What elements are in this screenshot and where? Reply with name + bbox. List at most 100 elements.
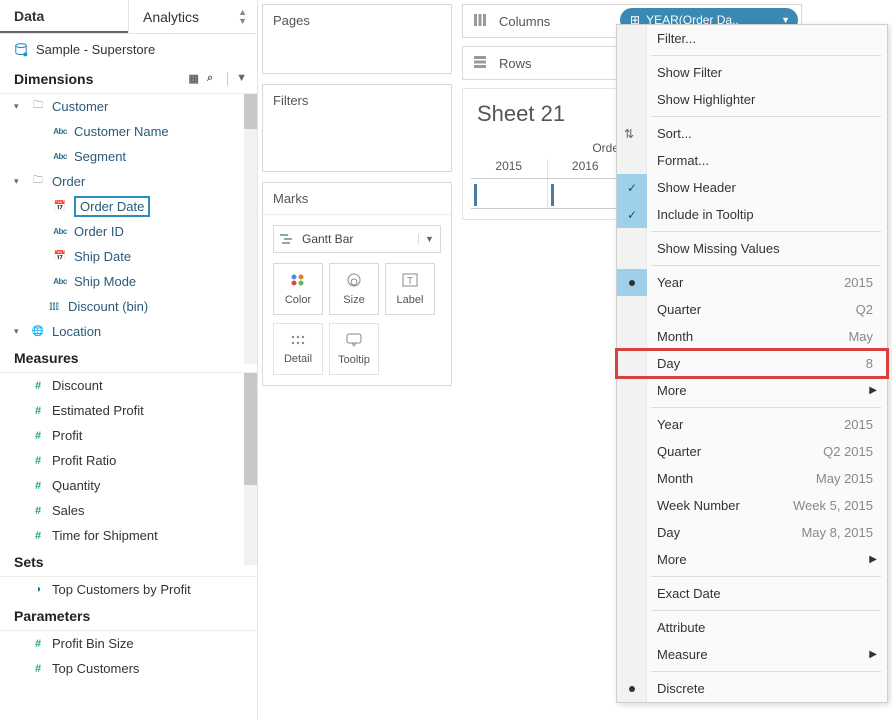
radio-icon xyxy=(617,675,647,702)
ctx-include-tooltip[interactable]: ✓Include in Tooltip xyxy=(617,201,887,228)
ctx-month2[interactable]: MonthMay 2015 xyxy=(617,465,887,492)
ctx-filter[interactable]: Filter... xyxy=(617,25,887,52)
dim-customer-name[interactable]: AbcCustomer Name xyxy=(0,119,257,144)
ctx-show-header[interactable]: ✓Show Header xyxy=(617,174,887,201)
hash-icon: # xyxy=(30,505,46,517)
ctx-month[interactable]: MonthMay xyxy=(617,323,887,350)
ctx-week2[interactable]: Week NumberWeek 5, 2015 xyxy=(617,492,887,519)
dim-discount-bin[interactable]: ⫾⫾⫾Discount (bin) xyxy=(0,294,257,319)
cards-column: Pages Filters Marks Gantt Bar ▼ Color Si… xyxy=(262,4,452,396)
measure-quantity[interactable]: #Quantity xyxy=(0,473,257,498)
ctx-show-missing[interactable]: Show Missing Values xyxy=(617,235,887,262)
param-profit-bin-size[interactable]: #Profit Bin Size xyxy=(0,631,257,656)
dim-segment[interactable]: AbcSegment xyxy=(0,144,257,169)
dim-order-id[interactable]: AbcOrder ID xyxy=(0,219,257,244)
venn-icon: ◑ xyxy=(30,584,46,595)
hash-icon: # xyxy=(30,430,46,442)
measure-profit[interactable]: #Profit xyxy=(0,423,257,448)
menu-caret-icon[interactable]: ▼ xyxy=(236,72,247,86)
marks-tooltip[interactable]: Tooltip xyxy=(329,323,379,375)
globe-icon: 🌐 xyxy=(30,326,46,337)
check-icon: ✓ xyxy=(617,174,647,201)
pill-context-menu: Filter... Show Filter Show Highlighter ⇅… xyxy=(616,24,888,703)
marks-grid-row1: Color Size TLabel xyxy=(263,263,451,323)
ctx-discrete[interactable]: Discrete xyxy=(617,675,887,702)
marks-label[interactable]: TLabel xyxy=(385,263,435,315)
ctx-day2[interactable]: DayMay 8, 2015 xyxy=(617,519,887,546)
measure-estimated-profit[interactable]: #Estimated Profit xyxy=(0,398,257,423)
chevron-right-icon: ▶ xyxy=(869,385,877,396)
ctx-day[interactable]: Day8 xyxy=(617,350,887,377)
dim-order-date[interactable]: 📅Order Date xyxy=(0,194,257,219)
dim-scrollbar-thumb[interactable] xyxy=(244,94,257,129)
datasource-row[interactable]: Sample - Superstore xyxy=(0,34,257,65)
section-dimensions: Dimensions ▦ ⌕ ▼ xyxy=(0,65,257,94)
ctx-show-filter[interactable]: Show Filter xyxy=(617,59,887,86)
detail-icon xyxy=(290,334,306,349)
year-2016[interactable]: 2016 xyxy=(548,159,624,178)
ctx-attribute[interactable]: Attribute xyxy=(617,614,887,641)
svg-text:T: T xyxy=(407,276,413,287)
ctx-quarter[interactable]: QuarterQ2 xyxy=(617,296,887,323)
mark-type-dropdown[interactable]: Gantt Bar ▼ xyxy=(273,225,441,253)
marks-detail[interactable]: Detail xyxy=(273,323,323,375)
gantt-mark[interactable] xyxy=(474,184,477,206)
color-icon xyxy=(290,273,306,290)
dim-ship-mode[interactable]: AbcShip Mode xyxy=(0,269,257,294)
ctx-exact-date[interactable]: Exact Date xyxy=(617,580,887,607)
filters-card[interactable]: Filters xyxy=(262,84,452,172)
year-header-row: 2015 2016 xyxy=(471,159,623,179)
ctx-measure[interactable]: Measure▶ xyxy=(617,641,887,668)
dim-location-folder[interactable]: ▾🌐Location xyxy=(0,319,257,344)
sidebar-tabs: Data Analytics ▲▼ xyxy=(0,0,257,34)
view-grid-icon[interactable]: ▦ xyxy=(189,72,199,86)
dimensions-tree: ▾🗀Customer AbcCustomer Name AbcSegment ▾… xyxy=(0,94,257,344)
marks-color[interactable]: Color xyxy=(273,263,323,315)
measure-sales[interactable]: #Sales xyxy=(0,498,257,523)
meas-scrollbar-track[interactable] xyxy=(244,373,257,565)
hash-icon: # xyxy=(30,405,46,417)
chevron-right-icon: ▶ xyxy=(869,554,877,565)
measure-time-for-shipment[interactable]: #Time for Shipment xyxy=(0,523,257,548)
set-top-customers[interactable]: ◑Top Customers by Profit xyxy=(0,577,257,602)
ctx-quarter2[interactable]: QuarterQ2 2015 xyxy=(617,438,887,465)
section-measures: Measures xyxy=(0,344,257,373)
marks-card: Marks Gantt Bar ▼ Color Size TLabel Deta… xyxy=(262,182,452,386)
sheet-title[interactable]: Sheet 21 xyxy=(471,101,623,141)
measure-discount[interactable]: #Discount xyxy=(0,373,257,398)
ctx-more[interactable]: More▶ xyxy=(617,377,887,404)
marks-title: Marks xyxy=(263,183,451,215)
check-icon: ✓ xyxy=(617,201,647,228)
bar-2015 xyxy=(471,179,548,208)
rows-icon xyxy=(473,55,489,72)
tab-data[interactable]: Data xyxy=(0,0,128,33)
dim-scrollbar-track[interactable] xyxy=(244,94,257,364)
dim-order-folder[interactable]: ▾🗀Order xyxy=(0,169,257,194)
marks-size[interactable]: Size xyxy=(329,263,379,315)
search-icon[interactable]: ⌕ xyxy=(207,72,213,86)
hash-icon: # xyxy=(30,638,46,650)
ctx-more2[interactable]: More▶ xyxy=(617,546,887,573)
chevron-down-icon: ▾ xyxy=(14,176,24,187)
ctx-format[interactable]: Format... xyxy=(617,147,887,174)
meas-scrollbar-thumb[interactable] xyxy=(244,373,257,485)
pages-card[interactable]: Pages xyxy=(262,4,452,74)
chevron-right-icon: ▶ xyxy=(869,649,877,660)
year-2015[interactable]: 2015 xyxy=(471,159,548,178)
folder-icon: 🗀 xyxy=(30,173,46,190)
column-header: Orde xyxy=(471,141,623,155)
dim-customer-folder[interactable]: ▾🗀Customer xyxy=(0,94,257,119)
left-sidebar: Data Analytics ▲▼ Sample - Superstore Di… xyxy=(0,0,258,720)
ctx-year[interactable]: Year2015 xyxy=(617,269,887,296)
sort-icon: ⇅ xyxy=(624,127,640,141)
gantt-mark[interactable] xyxy=(551,184,554,206)
ctx-year2[interactable]: Year2015 xyxy=(617,411,887,438)
measure-profit-ratio[interactable]: #Profit Ratio xyxy=(0,448,257,473)
param-top-customers[interactable]: #Top Customers xyxy=(0,656,257,681)
rows-label: Rows xyxy=(499,56,532,71)
ctx-show-highlighter[interactable]: Show Highlighter xyxy=(617,86,887,113)
dim-ship-date[interactable]: 📅Ship Date xyxy=(0,244,257,269)
ctx-sort[interactable]: ⇅Sort... xyxy=(617,120,887,147)
tab-analytics[interactable]: Analytics ▲▼ xyxy=(128,0,257,33)
marks-grid-row2: Detail Tooltip xyxy=(263,323,451,385)
